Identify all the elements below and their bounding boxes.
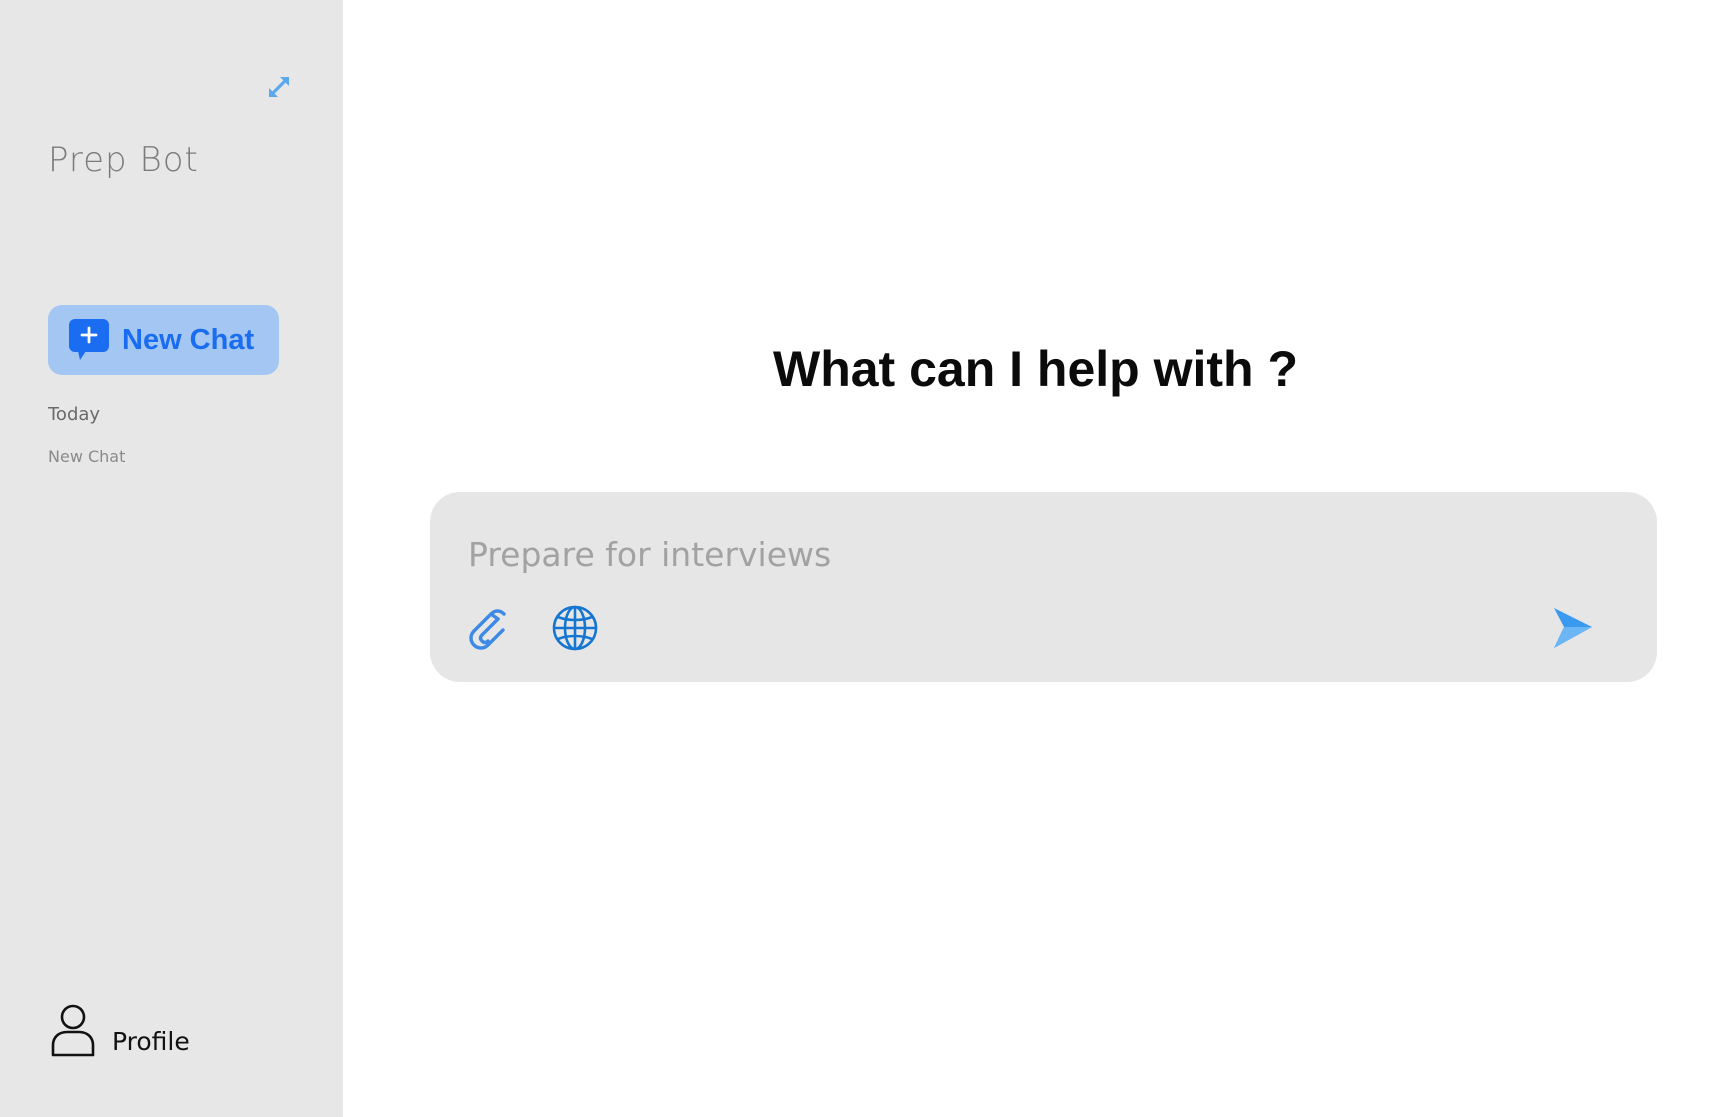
history-item-new-chat[interactable]: New Chat <box>48 447 125 466</box>
expand-sidebar-button[interactable] <box>264 72 294 102</box>
chat-plus-icon <box>68 318 110 362</box>
globe-icon <box>552 605 598 651</box>
profile-button[interactable]: Profile <box>48 1004 190 1058</box>
paperclip-icon <box>469 609 506 650</box>
sidebar: Prep Bot New Chat Today New Chat Profile <box>0 0 343 1117</box>
send-button[interactable] <box>1550 606 1596 650</box>
expand-arrows-icon <box>269 77 289 97</box>
app-brand: Prep Bot <box>48 140 199 180</box>
prompt-input[interactable] <box>466 532 1570 576</box>
user-icon <box>51 1004 95 1057</box>
profile-label: Profile <box>112 1027 190 1056</box>
app-window: Prep Bot New Chat Today New Chat Profile <box>0 0 1728 1117</box>
welcome-heading: What can I help with ? <box>773 341 1298 397</box>
new-chat-button[interactable]: New Chat <box>48 305 279 375</box>
new-chat-label: New Chat <box>122 323 255 356</box>
prompt-composer <box>430 492 1657 682</box>
history-section-today: Today <box>48 404 101 425</box>
attach-file-button[interactable] <box>464 604 512 652</box>
send-icon <box>1554 608 1592 648</box>
web-search-button[interactable] <box>551 604 599 652</box>
